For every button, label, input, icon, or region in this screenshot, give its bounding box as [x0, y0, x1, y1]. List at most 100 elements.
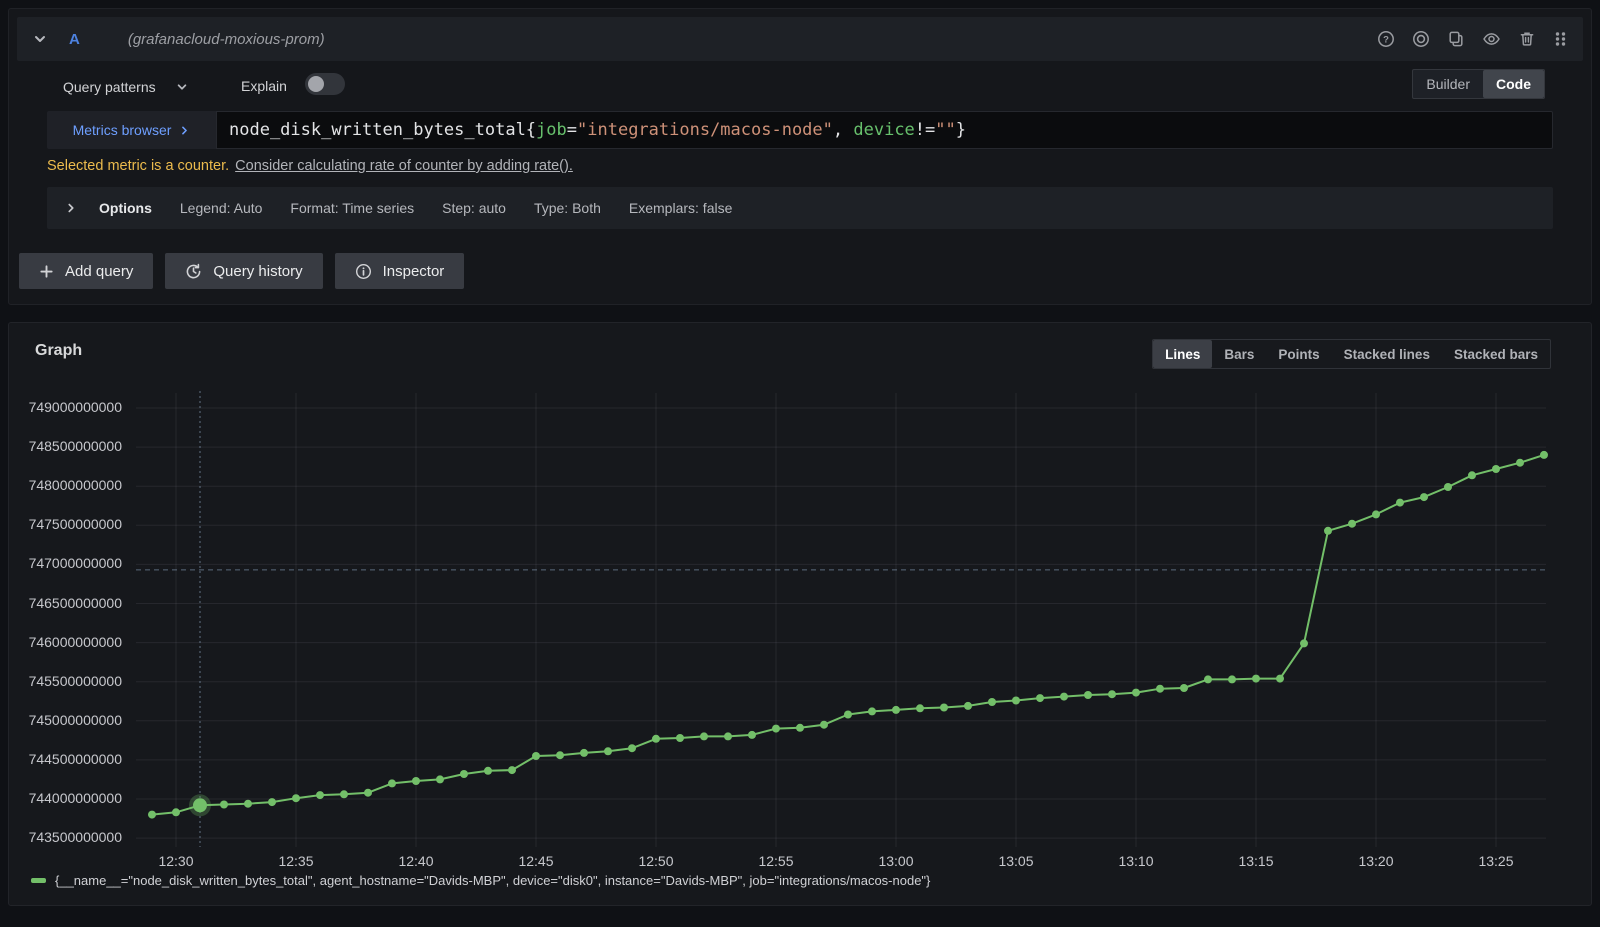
mode-button-points[interactable]: Points — [1266, 340, 1331, 368]
data-point[interactable] — [796, 724, 804, 732]
hovered-data-point[interactable] — [193, 798, 207, 812]
data-point[interactable] — [1156, 685, 1164, 693]
copy-icon[interactable] — [1447, 30, 1465, 48]
data-point[interactable] — [1204, 675, 1212, 683]
data-point[interactable] — [340, 790, 348, 798]
data-point[interactable] — [820, 721, 828, 729]
add-query-button[interactable]: Add query — [19, 253, 153, 289]
data-point[interactable] — [1060, 693, 1068, 701]
mode-button-stacked-bars[interactable]: Stacked bars — [1442, 340, 1550, 368]
data-point[interactable] — [1180, 684, 1188, 692]
data-point[interactable] — [892, 706, 900, 714]
data-point[interactable] — [652, 735, 660, 743]
trash-icon[interactable] — [1518, 30, 1536, 48]
help-icon[interactable]: ? — [1377, 30, 1395, 48]
query-row-header[interactable]: A (grafanacloud-moxious-prom) ? — [17, 17, 1583, 61]
data-point[interactable] — [1276, 675, 1284, 683]
query-history-button[interactable]: Query history — [165, 253, 322, 289]
data-point[interactable] — [604, 747, 612, 755]
data-point[interactable] — [724, 732, 732, 740]
editor-mode-switch: Builder Code — [1412, 69, 1545, 99]
data-point[interactable] — [964, 702, 972, 710]
eye-icon[interactable] — [1482, 30, 1501, 48]
data-point[interactable] — [316, 791, 324, 799]
data-point[interactable] — [556, 751, 564, 759]
series-legend[interactable]: {__name__="node_disk_written_bytes_total… — [31, 873, 930, 888]
data-point[interactable] — [1516, 459, 1524, 467]
data-point[interactable] — [1252, 675, 1260, 683]
promql-token-string: "integrations/macos-node" — [577, 120, 833, 140]
data-point[interactable] — [1468, 471, 1476, 479]
data-point[interactable] — [580, 749, 588, 757]
data-point[interactable] — [148, 811, 156, 819]
data-point[interactable] — [1444, 483, 1452, 491]
data-point[interactable] — [436, 775, 444, 783]
data-point[interactable] — [844, 711, 852, 719]
mode-button-bars[interactable]: Bars — [1212, 340, 1266, 368]
chart-canvas[interactable] — [9, 323, 1593, 907]
data-point[interactable] — [292, 794, 300, 802]
explain-toggle[interactable] — [305, 73, 345, 95]
query-patterns-dropdown[interactable]: Query patterns — [63, 75, 188, 99]
data-point[interactable] — [364, 789, 372, 797]
option-item-exemplars: Exemplars: false — [629, 200, 732, 216]
data-point[interactable] — [388, 779, 396, 787]
promql-query-input[interactable]: node_disk_written_bytes_total{job="integ… — [216, 111, 1553, 149]
history-icon — [185, 263, 202, 280]
x-tick-label: 13:10 — [1094, 853, 1178, 869]
x-tick-label: 12:55 — [734, 853, 818, 869]
data-point[interactable] — [1036, 694, 1044, 702]
data-point[interactable] — [676, 734, 684, 742]
data-point[interactable] — [1300, 639, 1308, 647]
data-point[interactable] — [1324, 527, 1332, 535]
options-collapsed-row[interactable]: Options Legend: Auto Format: Time series… — [47, 187, 1553, 229]
data-point[interactable] — [916, 704, 924, 712]
data-point[interactable] — [220, 801, 228, 809]
data-point[interactable] — [1372, 510, 1380, 518]
data-point[interactable] — [460, 770, 468, 778]
data-point[interactable] — [1348, 520, 1356, 528]
data-point[interactable] — [1492, 465, 1500, 473]
chevron-down-icon[interactable] — [33, 32, 47, 46]
metrics-browser-button[interactable]: Metrics browser — [47, 111, 216, 149]
data-point[interactable] — [268, 798, 276, 806]
data-point[interactable] — [628, 744, 636, 752]
record-circle-icon[interactable] — [1412, 30, 1430, 48]
y-tick-label: 748500000000 — [19, 438, 122, 454]
data-point[interactable] — [1108, 690, 1116, 698]
data-point[interactable] — [772, 725, 780, 733]
data-point[interactable] — [1540, 451, 1548, 459]
explain-label: Explain — [241, 78, 287, 94]
data-point[interactable] — [988, 698, 996, 706]
inspector-button[interactable]: Inspector — [335, 253, 465, 289]
mode-button-lines[interactable]: Lines — [1153, 340, 1212, 368]
code-mode-button[interactable]: Code — [1483, 70, 1544, 98]
mode-button-stacked-lines[interactable]: Stacked lines — [1332, 340, 1442, 368]
data-point[interactable] — [172, 808, 180, 816]
data-point[interactable] — [1420, 493, 1428, 501]
x-tick-label: 12:50 — [614, 853, 698, 869]
query-patterns-label: Query patterns — [63, 79, 156, 95]
data-point[interactable] — [700, 732, 708, 740]
data-point[interactable] — [508, 766, 516, 774]
datasource-hint: (grafanacloud-moxious-prom) — [128, 31, 325, 48]
data-point[interactable] — [1132, 689, 1140, 697]
data-point[interactable] — [1228, 675, 1236, 683]
builder-mode-button[interactable]: Builder — [1413, 70, 1483, 98]
data-point[interactable] — [244, 800, 252, 808]
drag-handle-icon[interactable] — [1553, 30, 1567, 48]
data-point[interactable] — [868, 707, 876, 715]
data-point[interactable] — [532, 752, 540, 760]
data-point[interactable] — [1012, 697, 1020, 705]
promql-token-plain: node_disk_written_bytes_total{ — [229, 120, 536, 140]
data-point[interactable] — [748, 731, 756, 739]
data-point[interactable] — [1084, 691, 1092, 699]
chevron-down-icon — [176, 81, 188, 93]
data-point[interactable] — [1396, 499, 1404, 507]
data-point[interactable] — [412, 777, 420, 785]
data-point[interactable] — [940, 704, 948, 712]
query-header-actions: ? — [1377, 30, 1567, 48]
y-tick-label: 745500000000 — [19, 673, 122, 689]
add-rate-link[interactable]: Consider calculating rate of counter by … — [235, 158, 573, 174]
data-point[interactable] — [484, 767, 492, 775]
